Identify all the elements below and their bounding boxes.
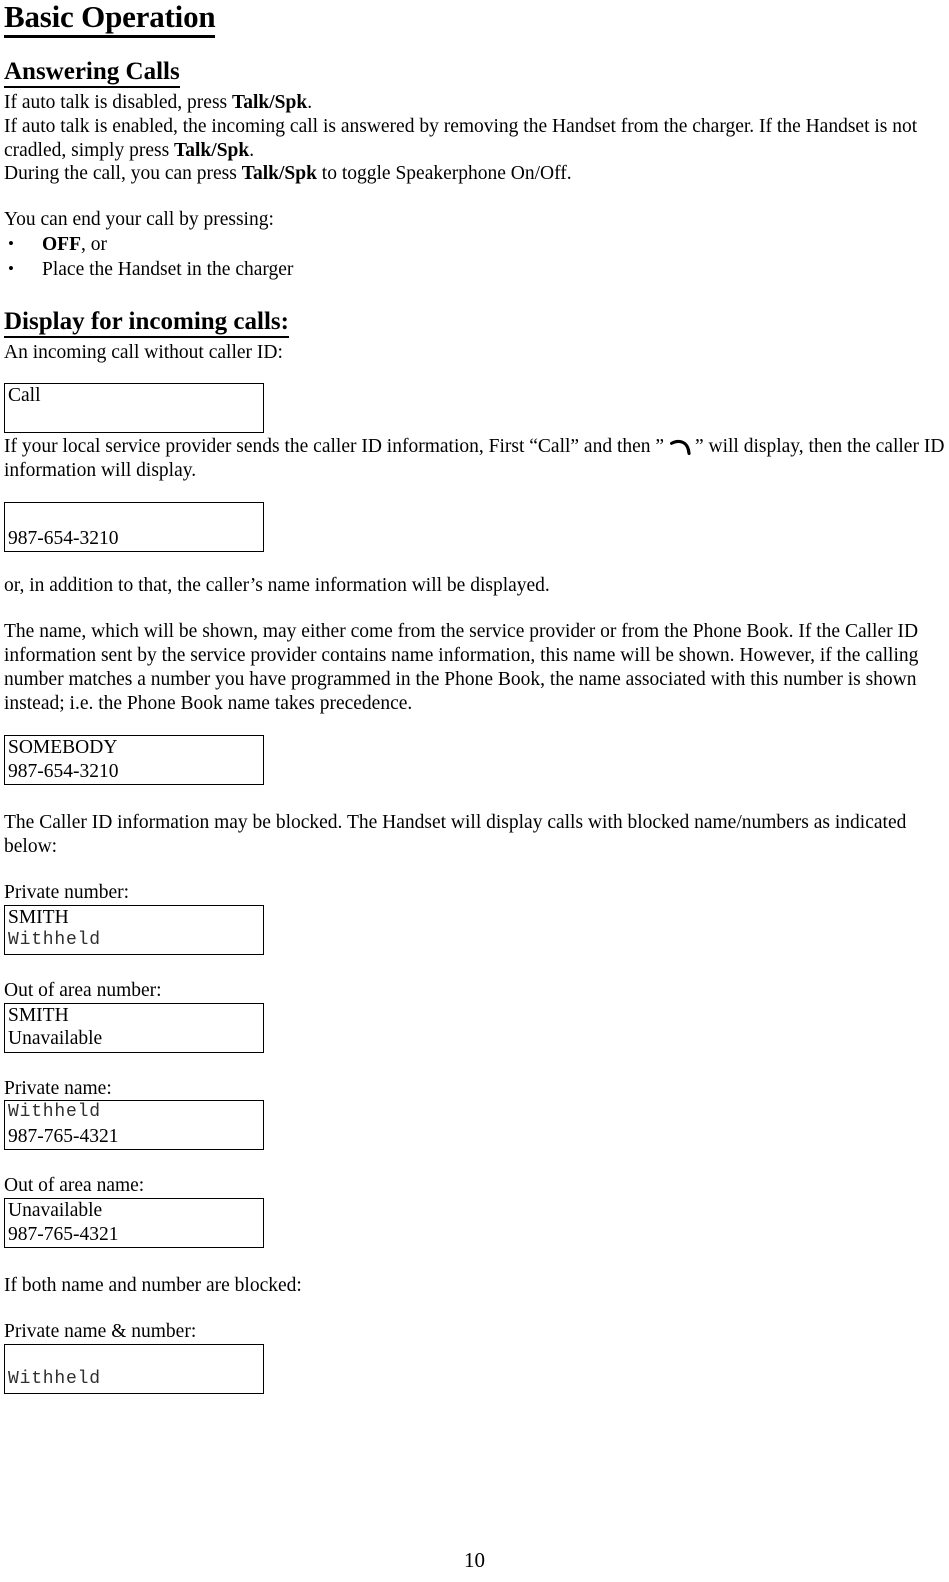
label-private-name-and-number: Private name & number:	[4, 1320, 197, 1342]
document-page: Basic Operation Answering Calls If auto …	[0, 0, 949, 1582]
lcd-line-1: SMITH	[8, 906, 69, 928]
lcd-line-2: 987-654-3210	[8, 760, 119, 782]
paragraph-end-call-intro: You can end your call by pressing:	[4, 209, 274, 231]
paragraph-during-call: During the call, you can press Talk/Spk …	[4, 162, 945, 186]
talk-spk-bold-1: Talk/Spk	[232, 92, 308, 113]
lcd-line-2: Withheld	[8, 1369, 101, 1390]
auto-talk-enabled-pre: If auto talk is enabled, the incoming ca…	[4, 115, 918, 161]
phone-handset-icon	[669, 438, 695, 458]
lcd-line-2: Withheld	[8, 930, 101, 951]
bullet-icon: •	[8, 233, 14, 253]
section-heading-answering-calls-text: Answering Calls	[4, 58, 180, 88]
lcd-display-out-of-area-name: Unavailable 987-765-4321	[4, 1198, 264, 1249]
auto-talk-enabled-post: .	[249, 139, 255, 161]
paragraph-callerid-blocked: The Caller ID information may be blocked…	[4, 812, 907, 858]
paragraph-callerid-sequence: If your local service provider sends the…	[4, 435, 945, 483]
talk-spk-bold-3: Talk/Spk	[241, 163, 317, 185]
lcd-line-2: 987-765-4321	[8, 1125, 119, 1147]
section-heading-display-incoming-calls: Display for incoming calls:	[4, 307, 945, 338]
paragraph-name-added: or, in addition to that, the caller’s na…	[4, 575, 550, 597]
page-number: 10	[464, 1548, 485, 1572]
auto-talk-disabled-post: .	[307, 92, 313, 113]
lcd-line-2	[8, 407, 261, 431]
lcd-line-1: Unavailable	[8, 1200, 103, 1222]
page-title: Basic Operation	[4, 0, 945, 38]
paragraph-auto-talk-enabled: If auto talk is enabled, the incoming ca…	[4, 115, 945, 163]
list-item: • Place the Handset in the charger	[4, 257, 945, 282]
paragraph-auto-talk-disabled: If auto talk is disabled, press Talk/Spk…	[4, 91, 945, 115]
list-item-rest: Place the Handset in the charger	[42, 258, 294, 280]
label-private-name: Private name:	[4, 1077, 112, 1099]
paragraph-both-blocked-intro: If both name and number are blocked:	[4, 1275, 302, 1297]
section-heading-answering-calls: Answering Calls	[4, 58, 945, 88]
lcd-display-name-and-number: SOMEBODY 987-654-3210	[4, 735, 264, 786]
paragraph-name-source: The name, which will be shown, may eithe…	[4, 621, 919, 714]
label-out-of-area-name: Out of area name:	[4, 1175, 145, 1197]
label-private-number: Private number:	[4, 881, 130, 903]
lcd-display-private-name-and-number: Withheld	[4, 1343, 264, 1394]
during-call-pre: During the call, you can press	[4, 163, 242, 185]
lcd-display-private-name: Withheld 987-765-4321	[4, 1100, 264, 1151]
section-heading-display-incoming-calls-text: Display for incoming calls:	[4, 307, 289, 338]
lcd-line-1: SOMEBODY	[8, 737, 118, 759]
talk-spk-bold-2: Talk/Spk	[174, 139, 250, 161]
bullet-icon: •	[8, 258, 14, 278]
lcd-line-2: 987-654-3210	[8, 527, 119, 549]
auto-talk-disabled-pre: If auto talk is disabled, press	[4, 92, 232, 113]
lcd-line-1	[8, 503, 261, 527]
page-title-text: Basic Operation	[4, 0, 216, 38]
lcd-display-out-of-area-number: SMITH Unavailable	[4, 1002, 264, 1053]
lcd-display-call: Call	[4, 382, 264, 433]
paragraph-incoming-no-callerid: An incoming call without caller ID:	[4, 341, 283, 363]
document-content: Basic Operation Answering Calls If auto …	[4, 0, 945, 1394]
lcd-line-1: Call	[8, 384, 41, 406]
end-call-list: • OFF, or • Place the Handset in the charg…	[4, 232, 945, 282]
callerid-sequence-pre: If your local service provider sends the…	[4, 435, 669, 457]
lcd-line-1	[8, 1345, 261, 1369]
lcd-line-2: 987-765-4321	[8, 1223, 119, 1245]
lcd-line-1: Withheld	[8, 1102, 101, 1123]
list-item-rest: , or	[81, 233, 107, 255]
lcd-display-private-number: SMITH Withheld	[4, 904, 264, 955]
list-item: • OFF, or	[4, 232, 945, 257]
during-call-post: to toggle Speakerphone On/Off.	[316, 163, 572, 185]
lcd-line-1: SMITH	[8, 1004, 69, 1026]
lcd-display-number-only: 987-654-3210	[4, 502, 264, 553]
lcd-line-2: Unavailable	[8, 1028, 103, 1050]
off-button-label: OFF	[42, 233, 81, 255]
label-out-of-area-number: Out of area number:	[4, 979, 162, 1001]
